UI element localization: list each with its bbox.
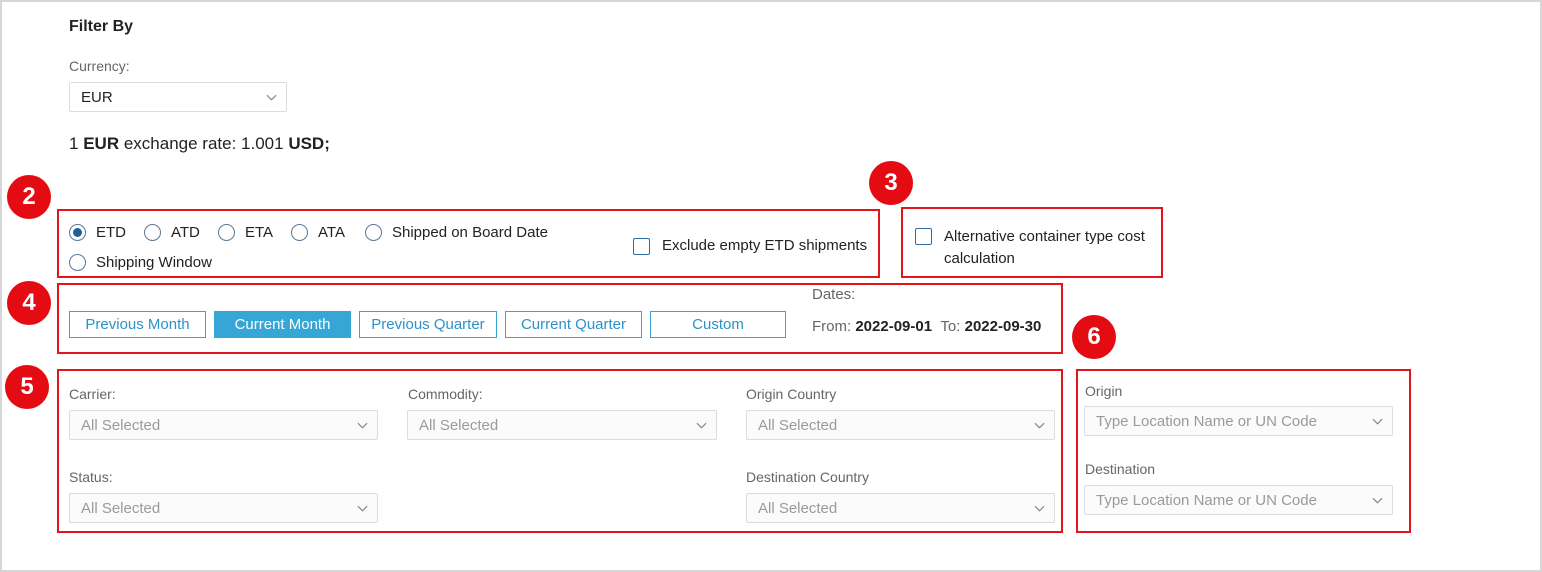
radio-shipped-on-board[interactable]: Shipped on Board Date (365, 224, 548, 241)
radio-ata[interactable]: ATA (291, 224, 345, 241)
origin-label: Origin (1085, 383, 1123, 399)
status-select[interactable]: All Selected (69, 493, 378, 523)
annotation-badge-2: 2 (7, 175, 51, 219)
status-label: Status: (69, 469, 113, 485)
commodity-select[interactable]: All Selected (407, 410, 717, 440)
current-month-button[interactable]: Current Month (214, 311, 351, 338)
chevron-down-icon (696, 422, 707, 429)
radio-selected-icon (69, 224, 86, 241)
annotation-badge-6: 6 (1072, 315, 1116, 359)
exclude-empty-etd-checkbox[interactable]: Exclude empty ETD shipments (633, 237, 867, 255)
chevron-down-icon (266, 94, 277, 101)
filter-title: Filter By (69, 18, 134, 35)
chevron-down-icon (1034, 505, 1045, 512)
radio-circle-icon (291, 224, 308, 241)
custom-button[interactable]: Custom (650, 311, 786, 338)
radio-shipping-window[interactable]: Shipping Window (69, 254, 212, 271)
current-quarter-button[interactable]: Current Quarter (505, 311, 642, 338)
destination-label: Destination (1085, 461, 1156, 477)
checkbox-icon (633, 238, 650, 255)
chevron-down-icon (357, 505, 368, 512)
currency-select[interactable]: EUR (69, 82, 287, 112)
radio-circle-icon (365, 224, 382, 241)
dates-label: Dates: (812, 286, 856, 303)
destination-country-select[interactable]: All Selected (746, 493, 1055, 523)
radio-circle-icon (218, 224, 235, 241)
date-range: From: 2022-09-01 To: 2022-09-30 (812, 318, 1042, 335)
origin-location-input[interactable]: Type Location Name or UN Code (1084, 406, 1393, 436)
currency-label: Currency: (69, 58, 130, 74)
chevron-down-icon (1372, 418, 1383, 425)
currency-value: EUR (81, 88, 113, 106)
annotation-badge-4: 4 (7, 281, 51, 325)
carrier-select[interactable]: All Selected (69, 410, 378, 440)
chevron-down-icon (1034, 422, 1045, 429)
radio-atd[interactable]: ATD (144, 224, 200, 241)
previous-quarter-button[interactable]: Previous Quarter (359, 311, 497, 338)
origin-country-label: Origin Country (746, 386, 837, 402)
alt-container-checkbox[interactable]: Alternative container type cost calculati… (915, 226, 1145, 270)
radio-circle-icon (69, 254, 86, 271)
chevron-down-icon (357, 422, 368, 429)
chevron-down-icon (1372, 497, 1383, 504)
origin-country-select[interactable]: All Selected (746, 410, 1055, 440)
destination-location-input[interactable]: Type Location Name or UN Code (1084, 485, 1393, 515)
radio-etd[interactable]: ETD (69, 224, 126, 241)
carrier-label: Carrier: (69, 386, 116, 402)
previous-month-button[interactable]: Previous Month (69, 311, 206, 338)
annotation-badge-3: 3 (869, 161, 913, 205)
commodity-label: Commodity: (408, 386, 483, 402)
radio-eta[interactable]: ETA (218, 224, 273, 241)
exchange-rate-text: 1 EUR exchange rate: 1.001 USD; (69, 134, 330, 153)
checkbox-icon (915, 228, 932, 245)
radio-circle-icon (144, 224, 161, 241)
annotation-badge-5: 5 (5, 365, 49, 409)
destination-country-label: Destination Country (746, 469, 869, 485)
